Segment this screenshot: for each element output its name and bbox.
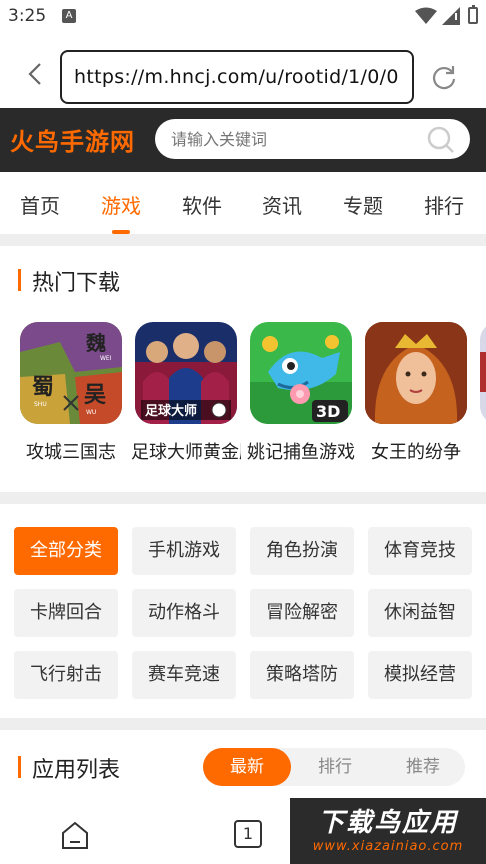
category-item[interactable]: 体育竞技 [368,527,472,575]
divider [0,718,486,730]
app-card[interactable]: 3D 姚记捕鱼游戏 [247,322,355,464]
app-name: 三 [476,438,486,464]
site-header: 火鸟手游网 [0,108,486,172]
app-name: 女王的纷争 [371,442,461,463]
watermark-sub: www.xiazainiao.com [312,839,464,854]
reload-icon[interactable] [430,63,458,91]
browser-bottom-bar: 1 下载鸟应用 www.xiazainiao.com [0,798,486,864]
tab-news[interactable]: 资讯 [262,190,302,219]
soccer-players-icon[interactable]: 足球大师 [135,322,237,424]
watermark-logo: 下载鸟应用 www.xiazainiao.com [290,798,486,864]
category-item[interactable]: 卡牌回合 [14,589,118,637]
app-card[interactable]: 女王的纷争 [364,322,468,464]
category-item[interactable]: 策略塔防 [250,651,354,699]
icon-text-shu: 蜀 [32,375,54,400]
tab-switcher-icon[interactable]: 1 [234,820,262,848]
site-logo[interactable]: 火鸟手游网 [10,122,135,157]
browser-toolbar: https://m.hncj.com/u/rootid/1/0/0 [0,34,486,108]
app-name: 姚记捕鱼游戏 [247,442,355,463]
tab-home[interactable]: 首页 [20,190,60,219]
divider [0,492,486,504]
section-title-app-list: 应用列表 [18,752,120,784]
chevron-left-icon[interactable] [22,60,50,88]
icon-text-soccer: 足球大师 [145,403,197,419]
sort-tab-newest[interactable]: 最新 [203,748,291,786]
icon-text-wu: 吴 [84,383,106,408]
tab-software[interactable]: 软件 [182,190,222,219]
category-item[interactable]: 手机游戏 [132,527,236,575]
fish-3d-icon[interactable]: 3D [250,322,352,424]
status-bar: 3:25 A [0,0,486,34]
wifi-icon [415,7,437,24]
app-card[interactable]: 魏 WEI 蜀 SHU 吴 WU 攻城三国志 [19,322,123,464]
app-card[interactable]: 三 [479,322,486,464]
category-item[interactable]: 动作格斗 [132,589,236,637]
tab-topics[interactable]: 专题 [343,190,383,219]
divider [0,234,486,246]
sort-tab-recommended[interactable]: 推荐 [379,748,467,786]
category-item[interactable]: 飞行射击 [14,651,118,699]
partial-app-icon[interactable] [480,322,486,424]
nav-tabs: 首页 游戏 软件 资讯 专题 排行 [0,172,486,234]
sort-tab-ranking[interactable]: 排行 [291,748,379,786]
category-item[interactable]: 冒险解密 [250,589,354,637]
tab-ranking[interactable]: 排行 [424,190,464,219]
search-icon[interactable] [426,125,456,155]
watermark-main: 下载鸟应用 [317,808,458,838]
category-item[interactable]: 模拟经营 [368,651,472,699]
category-item[interactable]: 休闲益智 [368,589,472,637]
category-all[interactable]: 全部分类 [14,527,118,575]
tab-games[interactable]: 游戏 [101,190,141,219]
app-name: 足球大师黄金版 [131,442,241,463]
icon-text-wei: 魏 [85,331,106,355]
category-item[interactable]: 赛车竞速 [132,651,236,699]
icon-text-shu-latin: SHU [34,401,47,408]
search-box[interactable] [155,119,470,159]
app-card[interactable]: 足球大师 足球大师黄金版 [131,322,241,464]
app-name: 攻城三国志 [26,442,116,463]
signal-icon [442,7,460,25]
queen-portrait-icon[interactable] [365,322,467,424]
category-item[interactable]: 角色扮演 [250,527,354,575]
search-input[interactable] [171,119,411,159]
home-icon[interactable] [60,820,90,850]
section-title-hot: 热门下载 [18,265,120,297]
status-time: 3:25 [8,6,47,26]
hot-apps-row: 魏 WEI 蜀 SHU 吴 WU 攻城三国志 足球大师 足球大师黄金 3D 姚记… [0,322,486,472]
battery-icon [468,5,478,24]
notification-icon: A [62,9,76,23]
icon-text-wei-latin: WEI [100,355,112,362]
app-list-sort-tabs: 最新 排行 推荐 [203,748,465,786]
icon-text-wu-latin: WU [86,409,96,416]
three-kingdoms-map-icon[interactable]: 魏 WEI 蜀 SHU 吴 WU [20,322,122,424]
icon-text-3d: 3D [316,402,340,421]
url-field[interactable]: https://m.hncj.com/u/rootid/1/0/0 [60,50,414,104]
